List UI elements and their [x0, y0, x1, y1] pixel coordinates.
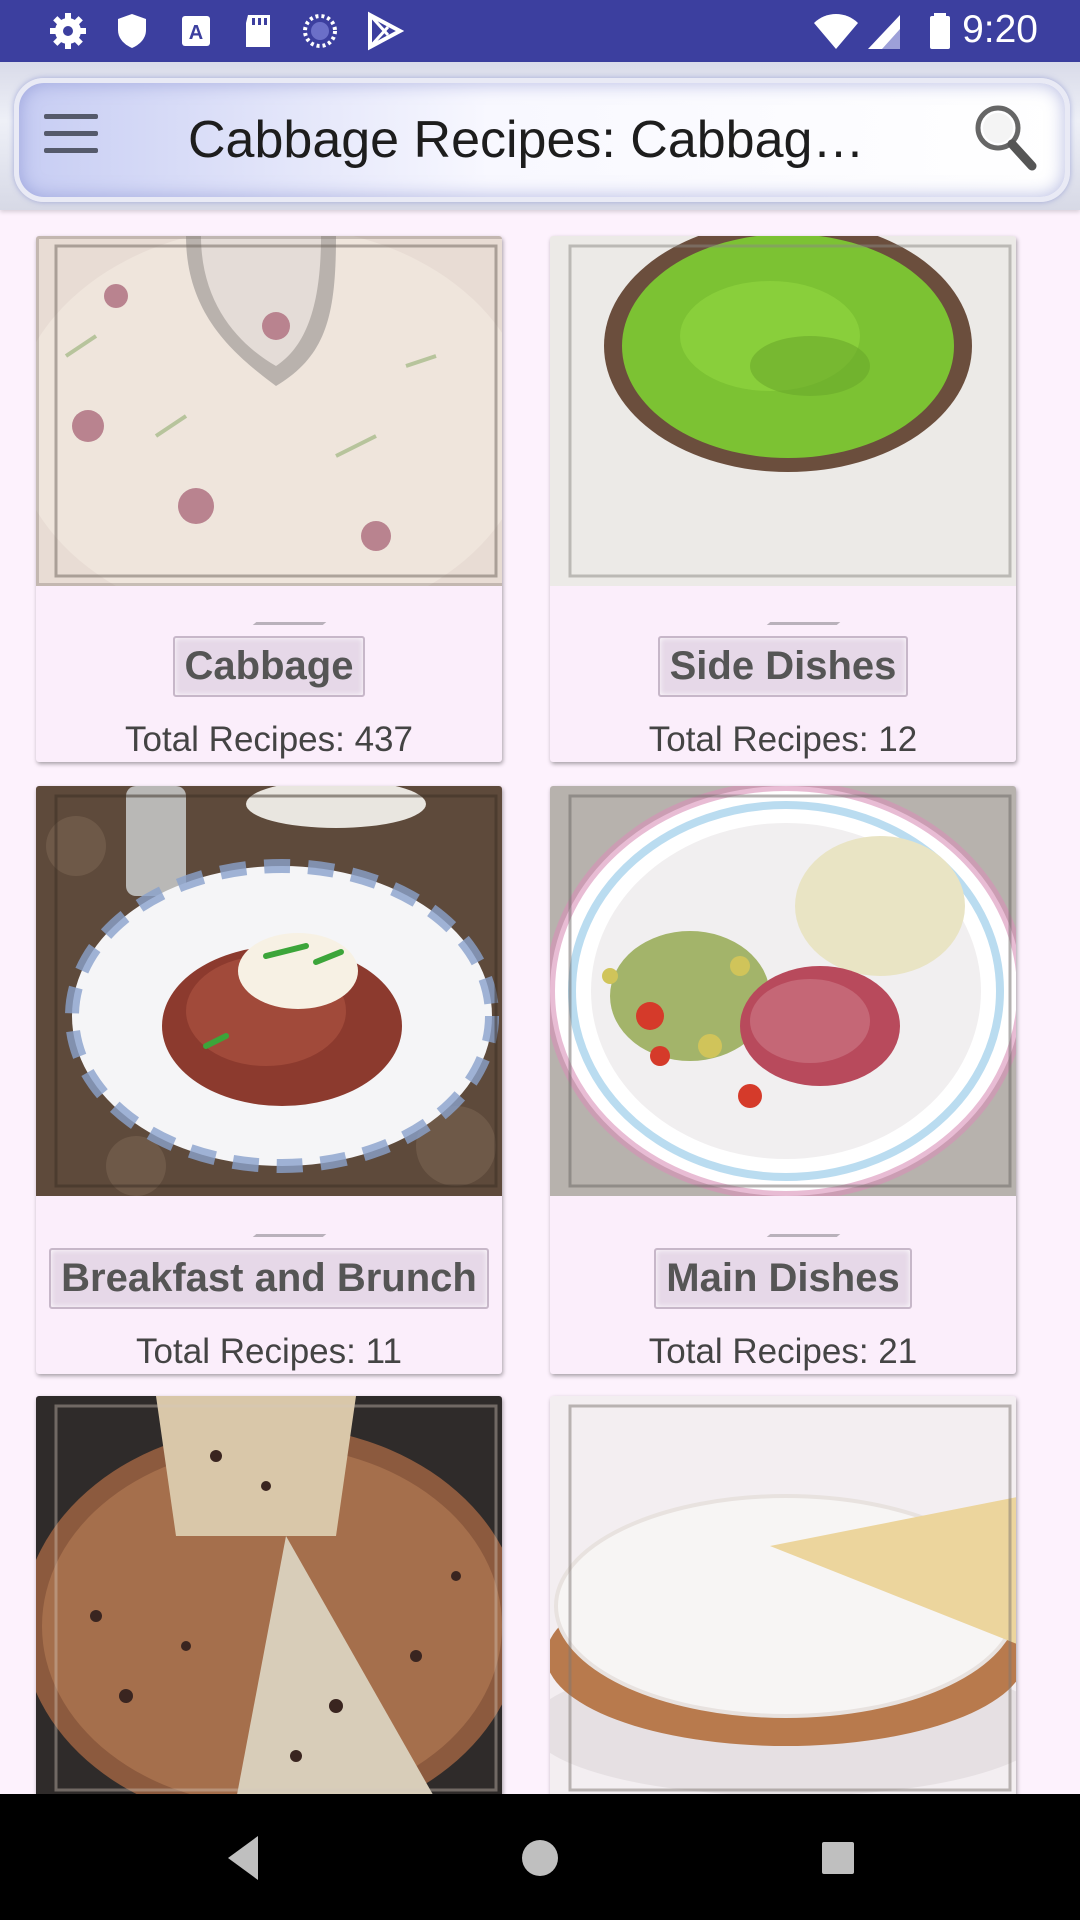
sd-card-icon — [246, 15, 270, 47]
corned-beef-plate-image — [550, 786, 1016, 1196]
home-circle-icon[interactable] — [510, 1828, 570, 1888]
category-title: Cabbage — [172, 636, 366, 697]
spinner-icon — [303, 14, 337, 48]
signal-icon — [868, 15, 900, 49]
category-card-breakfast-and-brunch[interactable]: Breakfast and Brunch Total Recipes: 11 — [36, 786, 502, 1374]
app-bar: Cabbage Recipes: Cabbage… — [0, 62, 1080, 210]
corned-beef-hash-image — [36, 786, 502, 1196]
wifi-icon — [814, 14, 858, 49]
recipe-count: Total Recipes: 11 — [136, 1332, 402, 1371]
page-title: Cabbage Recipes: Cabbage… — [188, 111, 888, 169]
sponge-cake-image — [550, 1396, 1016, 1800]
back-triangle-icon[interactable] — [214, 1828, 274, 1888]
category-title: Side Dishes — [657, 636, 909, 697]
gear-icon — [50, 13, 86, 49]
soda-bread-image — [36, 1396, 502, 1800]
category-card-5[interactable] — [36, 1396, 502, 1800]
svg-text:A: A — [189, 22, 203, 44]
search-icon[interactable] — [972, 102, 1038, 172]
a-icon: A — [182, 16, 210, 46]
recipe-count: Total Recipes: 12 — [648, 720, 918, 759]
recipe-count: Total Recipes: 21 — [648, 1332, 918, 1371]
play-store-icon — [368, 11, 404, 51]
shield-icon — [118, 14, 146, 48]
category-card-6[interactable] — [550, 1396, 1016, 1800]
green-puree-image — [550, 236, 1016, 586]
category-card-side-dishes[interactable]: Side Dishes Total Recipes: 12 — [550, 236, 1016, 762]
category-card-cabbage[interactable]: Cabbage Total Recipes: 437 — [36, 236, 502, 762]
clock: 9:20 — [962, 8, 1038, 51]
recents-square-icon[interactable] — [808, 1828, 868, 1888]
battery-icon — [930, 13, 950, 49]
cabbage-soup-image — [36, 236, 502, 586]
status-bar: A 9:20 — [0, 0, 1080, 62]
recipe-count: Total Recipes: 437 — [125, 720, 413, 759]
category-card-main-dishes[interactable]: Main Dishes Total Recipes: 21 — [550, 786, 1016, 1374]
navigation-bar — [0, 1794, 1080, 1920]
category-title: Breakfast and Brunch — [49, 1248, 489, 1309]
hamburger-menu-icon[interactable] — [44, 114, 98, 160]
category-title: Main Dishes — [654, 1248, 912, 1309]
